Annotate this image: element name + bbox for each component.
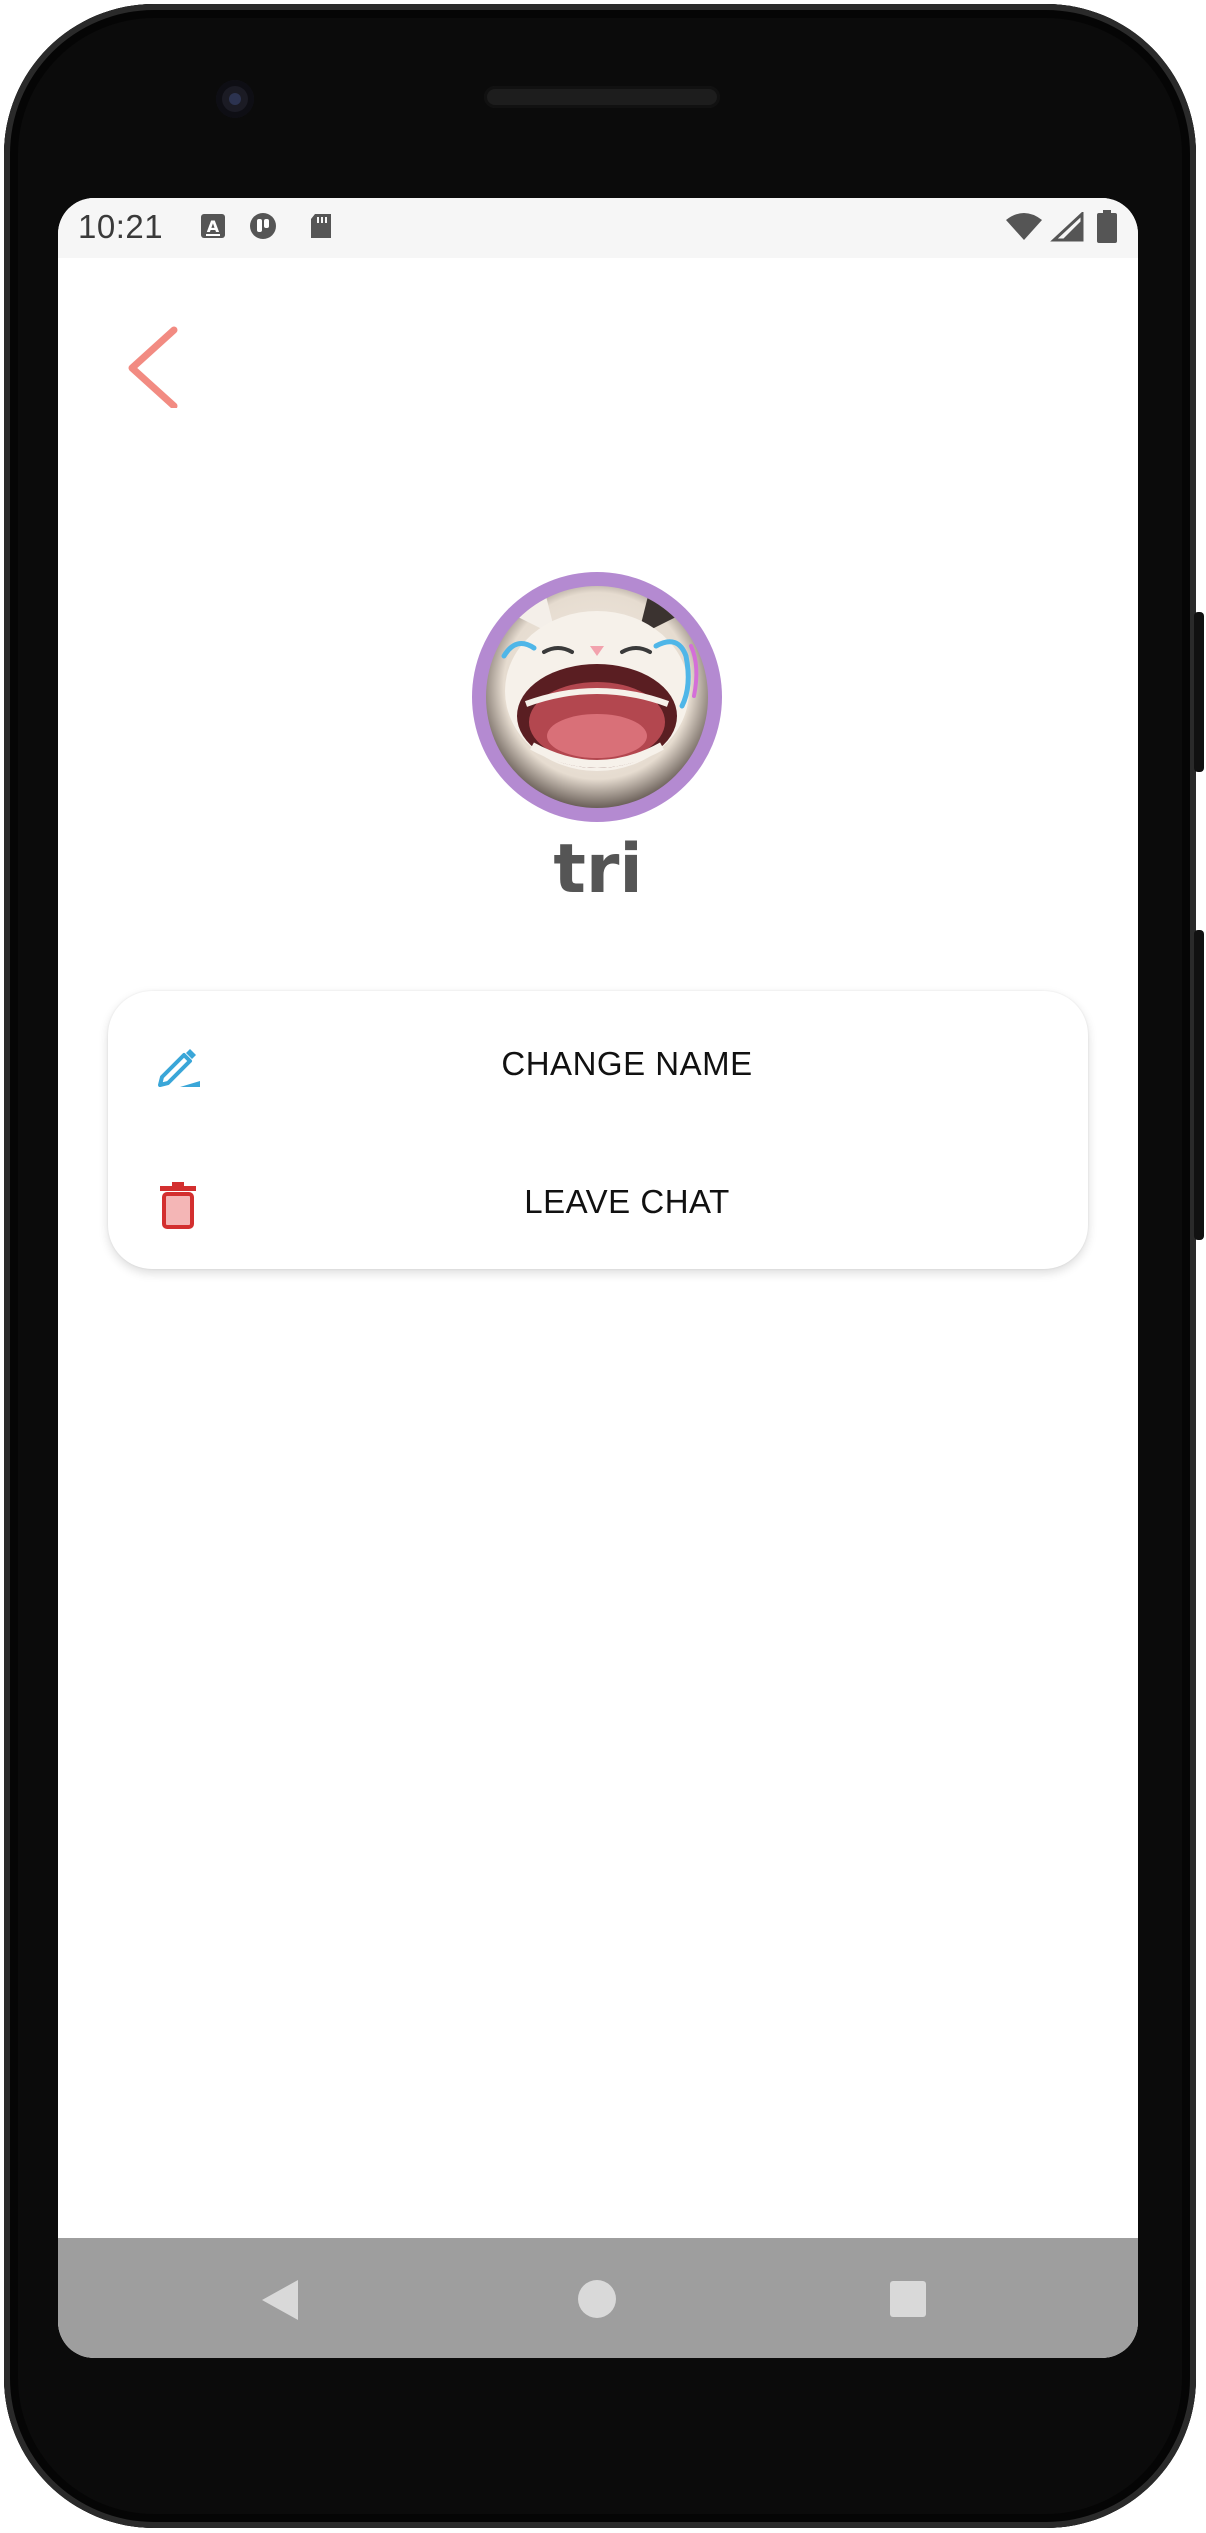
app-screen: 10:21 A tri CHANGE NAME LEAVE CHAT xyxy=(58,198,1138,2358)
system-nav-bar xyxy=(58,2238,1138,2358)
avatar-ring xyxy=(472,572,722,822)
leave-chat-button[interactable]: LEAVE CHAT xyxy=(108,1139,1088,1269)
keyboard-a-icon: A xyxy=(201,214,225,238)
wifi-icon xyxy=(1006,213,1042,240)
change-name-button[interactable]: CHANGE NAME xyxy=(108,1001,1088,1131)
front-camera xyxy=(216,80,254,118)
nav-recents-icon[interactable] xyxy=(890,2281,926,2317)
status-bar: 10:21 A xyxy=(58,198,1138,258)
status-time: 10:21 xyxy=(78,208,164,245)
sd-card-icon xyxy=(311,214,331,238)
cat-avatar-image xyxy=(486,586,708,808)
battery-icon xyxy=(1097,210,1117,243)
earpiece-speaker xyxy=(484,86,720,108)
actions-card: CHANGE NAME LEAVE CHAT xyxy=(108,991,1088,1269)
volume-button xyxy=(1194,612,1204,772)
nav-home-icon[interactable] xyxy=(578,2280,616,2318)
avatar[interactable] xyxy=(486,586,708,808)
back-button[interactable] xyxy=(118,318,198,410)
svg-text:A: A xyxy=(207,217,220,236)
chevron-left-icon xyxy=(128,326,178,410)
leave-chat-label: LEAVE CHAT xyxy=(524,1183,730,1220)
change-name-label: CHANGE NAME xyxy=(501,1045,753,1082)
user-name: tri xyxy=(553,830,643,909)
power-button xyxy=(1194,930,1204,1240)
phone-frame: 10:21 A tri CHANGE NAME LEAVE CHAT xyxy=(0,0,1206,2533)
cell-signal-icon xyxy=(1050,212,1084,242)
circle-app-icon xyxy=(250,213,276,239)
nav-back-icon[interactable] xyxy=(260,2278,300,2322)
